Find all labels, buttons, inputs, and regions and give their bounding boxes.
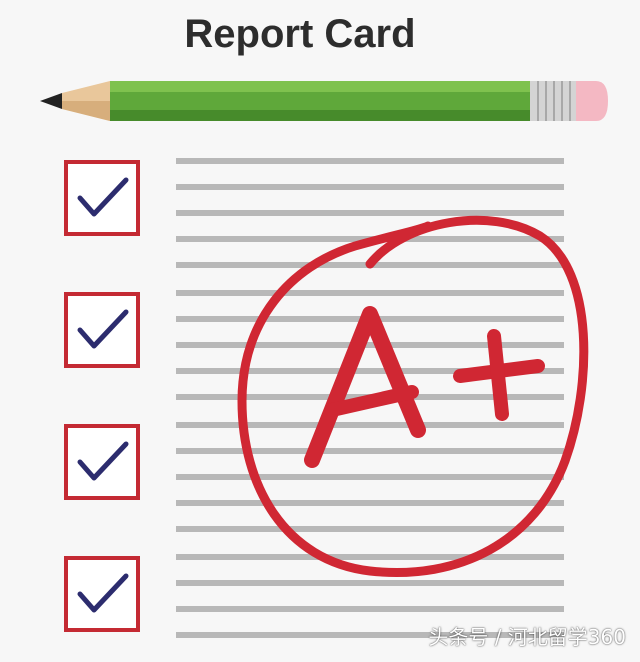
ruled-line: [176, 184, 564, 190]
checkmark-icon: [77, 573, 129, 613]
checkbox-1[interactable]: [64, 160, 140, 236]
ruled-line: [176, 606, 564, 612]
checkmark-icon: [77, 441, 129, 481]
checkbox-4[interactable]: [64, 556, 140, 632]
checkbox-3[interactable]: [64, 424, 140, 500]
checkmark-icon: [77, 177, 129, 217]
watermark: 头条号 / 河北留学360: [428, 625, 626, 649]
report-card-sheet: Report Card 头条号 / 河北留学360: [0, 0, 640, 662]
ruled-line: [176, 158, 564, 164]
grade-circle-icon: [237, 215, 589, 577]
checkmark-icon: [77, 309, 129, 349]
checkbox-2[interactable]: [64, 292, 140, 368]
